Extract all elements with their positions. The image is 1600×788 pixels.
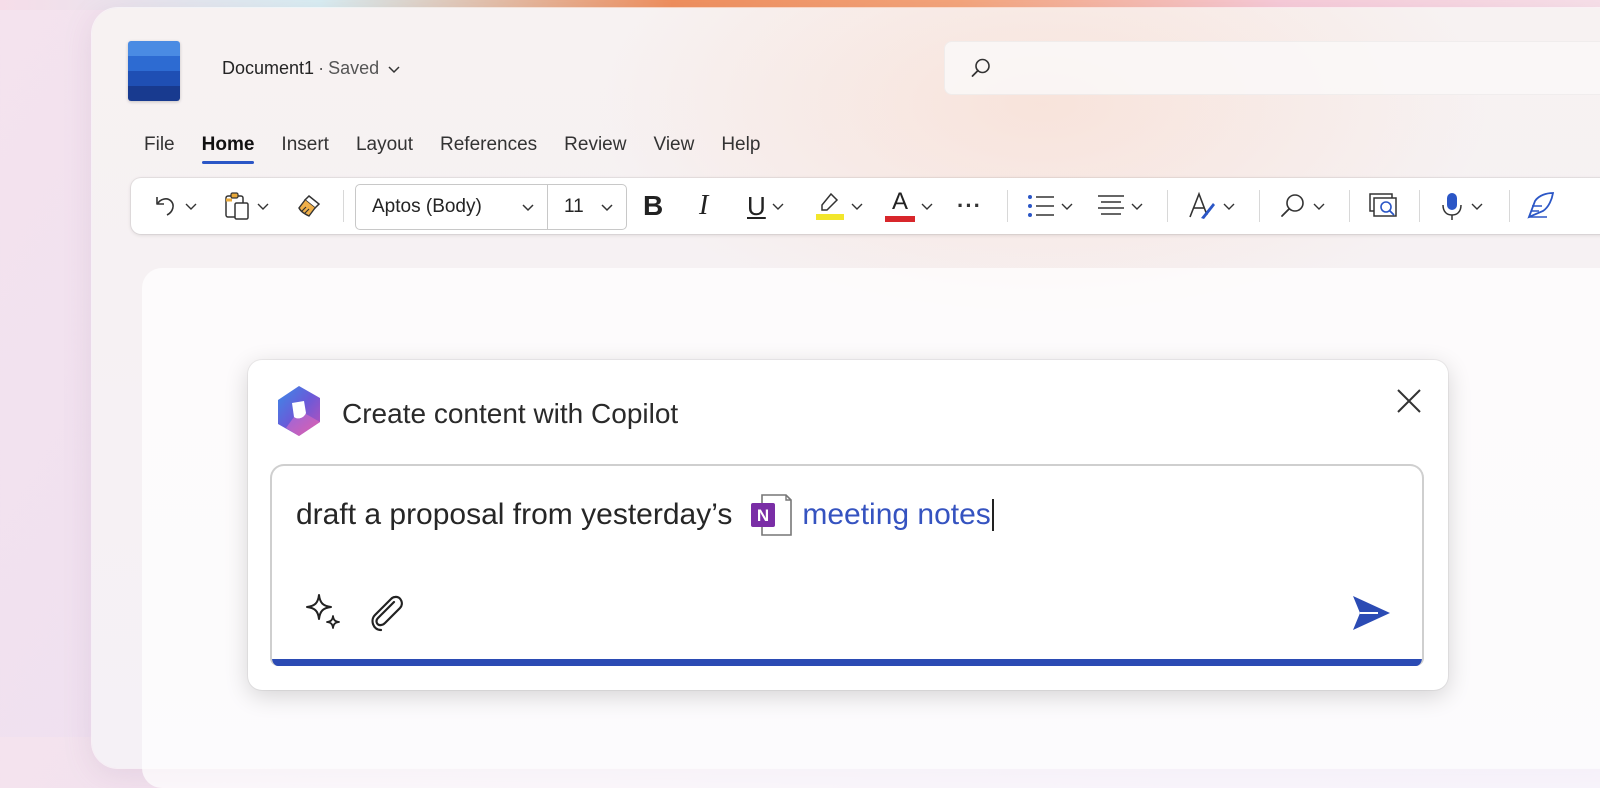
text-cursor: [991, 499, 994, 531]
copilot-logo-icon: [278, 386, 320, 436]
reuse-files-button[interactable]: [1369, 178, 1399, 234]
italic-button[interactable]: I: [699, 178, 708, 234]
find-button[interactable]: [1279, 178, 1325, 234]
font-color-icon: A: [885, 187, 915, 222]
prompt-text: draft a proposal from yesterday’s: [296, 498, 733, 531]
document-separator: ·: [318, 58, 325, 78]
font-controls: Aptos (Body) 11: [355, 184, 627, 230]
ribbon-separator: [1007, 190, 1008, 222]
font-size-dropdown[interactable]: 11: [548, 185, 626, 229]
chevron-down-icon: [601, 204, 613, 212]
ribbon-tabs: File Home Insert Layout References Revie…: [144, 134, 760, 164]
ribbon-separator: [1259, 190, 1260, 222]
bold-button[interactable]: B: [643, 178, 663, 234]
microphone-icon: [1442, 193, 1462, 220]
copilot-prompt-input[interactable]: draft a proposal from yesterday’s N meet…: [270, 464, 1424, 666]
chevron-down-icon: [1061, 203, 1073, 210]
tab-insert[interactable]: Insert: [281, 134, 329, 164]
undo-icon: [156, 197, 174, 216]
highlight-button[interactable]: [815, 178, 863, 234]
chevron-down-icon: [851, 203, 863, 210]
chevron-down-icon: [257, 203, 269, 210]
tab-layout[interactable]: Layout: [356, 134, 413, 164]
tab-view[interactable]: View: [653, 134, 694, 164]
onenote-icon: N: [750, 493, 794, 537]
more-options-button[interactable]: ···: [957, 178, 982, 234]
meeting-notes-mention[interactable]: meeting notes: [802, 498, 990, 532]
sparkle-prompts-icon[interactable]: [304, 592, 344, 632]
highlighter-icon: [816, 192, 844, 220]
format-painter-button[interactable]: [295, 178, 323, 234]
clipboard-icon: [225, 192, 249, 220]
word-app-icon[interactable]: [128, 41, 180, 101]
ribbon-toolbar: Aptos (Body) 11 B I U A ···: [131, 178, 1600, 234]
ribbon-separator: [1167, 190, 1168, 222]
document-name: Document1: [222, 58, 315, 78]
ribbon-separator: [1509, 190, 1510, 222]
document-save-status: Saved: [328, 58, 380, 78]
tab-home[interactable]: Home: [201, 134, 254, 164]
chevron-down-icon: [772, 203, 784, 210]
document-title[interactable]: Document1 · Saved: [222, 58, 401, 79]
align-center-icon: [1098, 195, 1124, 215]
font-size-value: 11: [564, 196, 584, 217]
chevron-down-icon: [1131, 203, 1143, 210]
chevron-down-icon: [1471, 203, 1483, 210]
svg-text:N: N: [757, 506, 769, 525]
dictate-button[interactable]: [1439, 178, 1483, 234]
chevron-down-icon: [522, 204, 534, 212]
font-color-label: A: [891, 187, 908, 215]
prompt-text-line: draft a proposal from yesterday’s N meet…: [296, 492, 994, 538]
tab-references[interactable]: References: [440, 134, 537, 164]
styles-button[interactable]: [1187, 178, 1235, 234]
font-color-button[interactable]: A: [885, 178, 933, 234]
search-icon: [971, 58, 990, 77]
search-input[interactable]: [944, 41, 1600, 95]
underline-button[interactable]: U: [747, 178, 784, 234]
copilot-title: Create content with Copilot: [342, 398, 679, 429]
chevron-down-icon: [1223, 203, 1235, 210]
ribbon-separator: [343, 190, 344, 222]
styles-icon: [1189, 191, 1215, 219]
close-icon[interactable]: [1394, 386, 1424, 416]
chevron-down-icon: [921, 203, 933, 210]
ribbon-separator: [1419, 190, 1420, 222]
copilot-dialog: Create content with Copilot draft a prop…: [248, 360, 1448, 690]
chevron-down-icon: [185, 203, 197, 210]
tab-help[interactable]: Help: [721, 134, 760, 164]
font-name-value: Aptos (Body): [372, 196, 482, 217]
chevron-down-icon: [1313, 203, 1325, 210]
undo-button[interactable]: [151, 178, 197, 234]
attach-paperclip-icon[interactable]: [364, 590, 408, 634]
bullets-button[interactable]: [1027, 178, 1073, 234]
tab-file[interactable]: File: [144, 134, 175, 164]
bullet-list-icon: [1028, 195, 1054, 217]
font-name-dropdown[interactable]: Aptos (Body): [356, 185, 548, 229]
find-icon: [1281, 194, 1304, 217]
editor-button[interactable]: [1525, 178, 1555, 234]
reuse-files-icon: [1369, 193, 1397, 217]
font-color-swatch: [885, 215, 915, 222]
ribbon-separator: [1349, 190, 1350, 222]
tab-review[interactable]: Review: [564, 134, 626, 164]
paste-button[interactable]: [223, 178, 269, 234]
editor-pen-icon: [1527, 192, 1555, 219]
chevron-down-icon: [388, 65, 400, 73]
align-button[interactable]: [1097, 178, 1143, 234]
send-icon[interactable]: [1350, 592, 1392, 634]
format-painter-icon: [298, 194, 321, 217]
underline-label: U: [747, 190, 766, 221]
